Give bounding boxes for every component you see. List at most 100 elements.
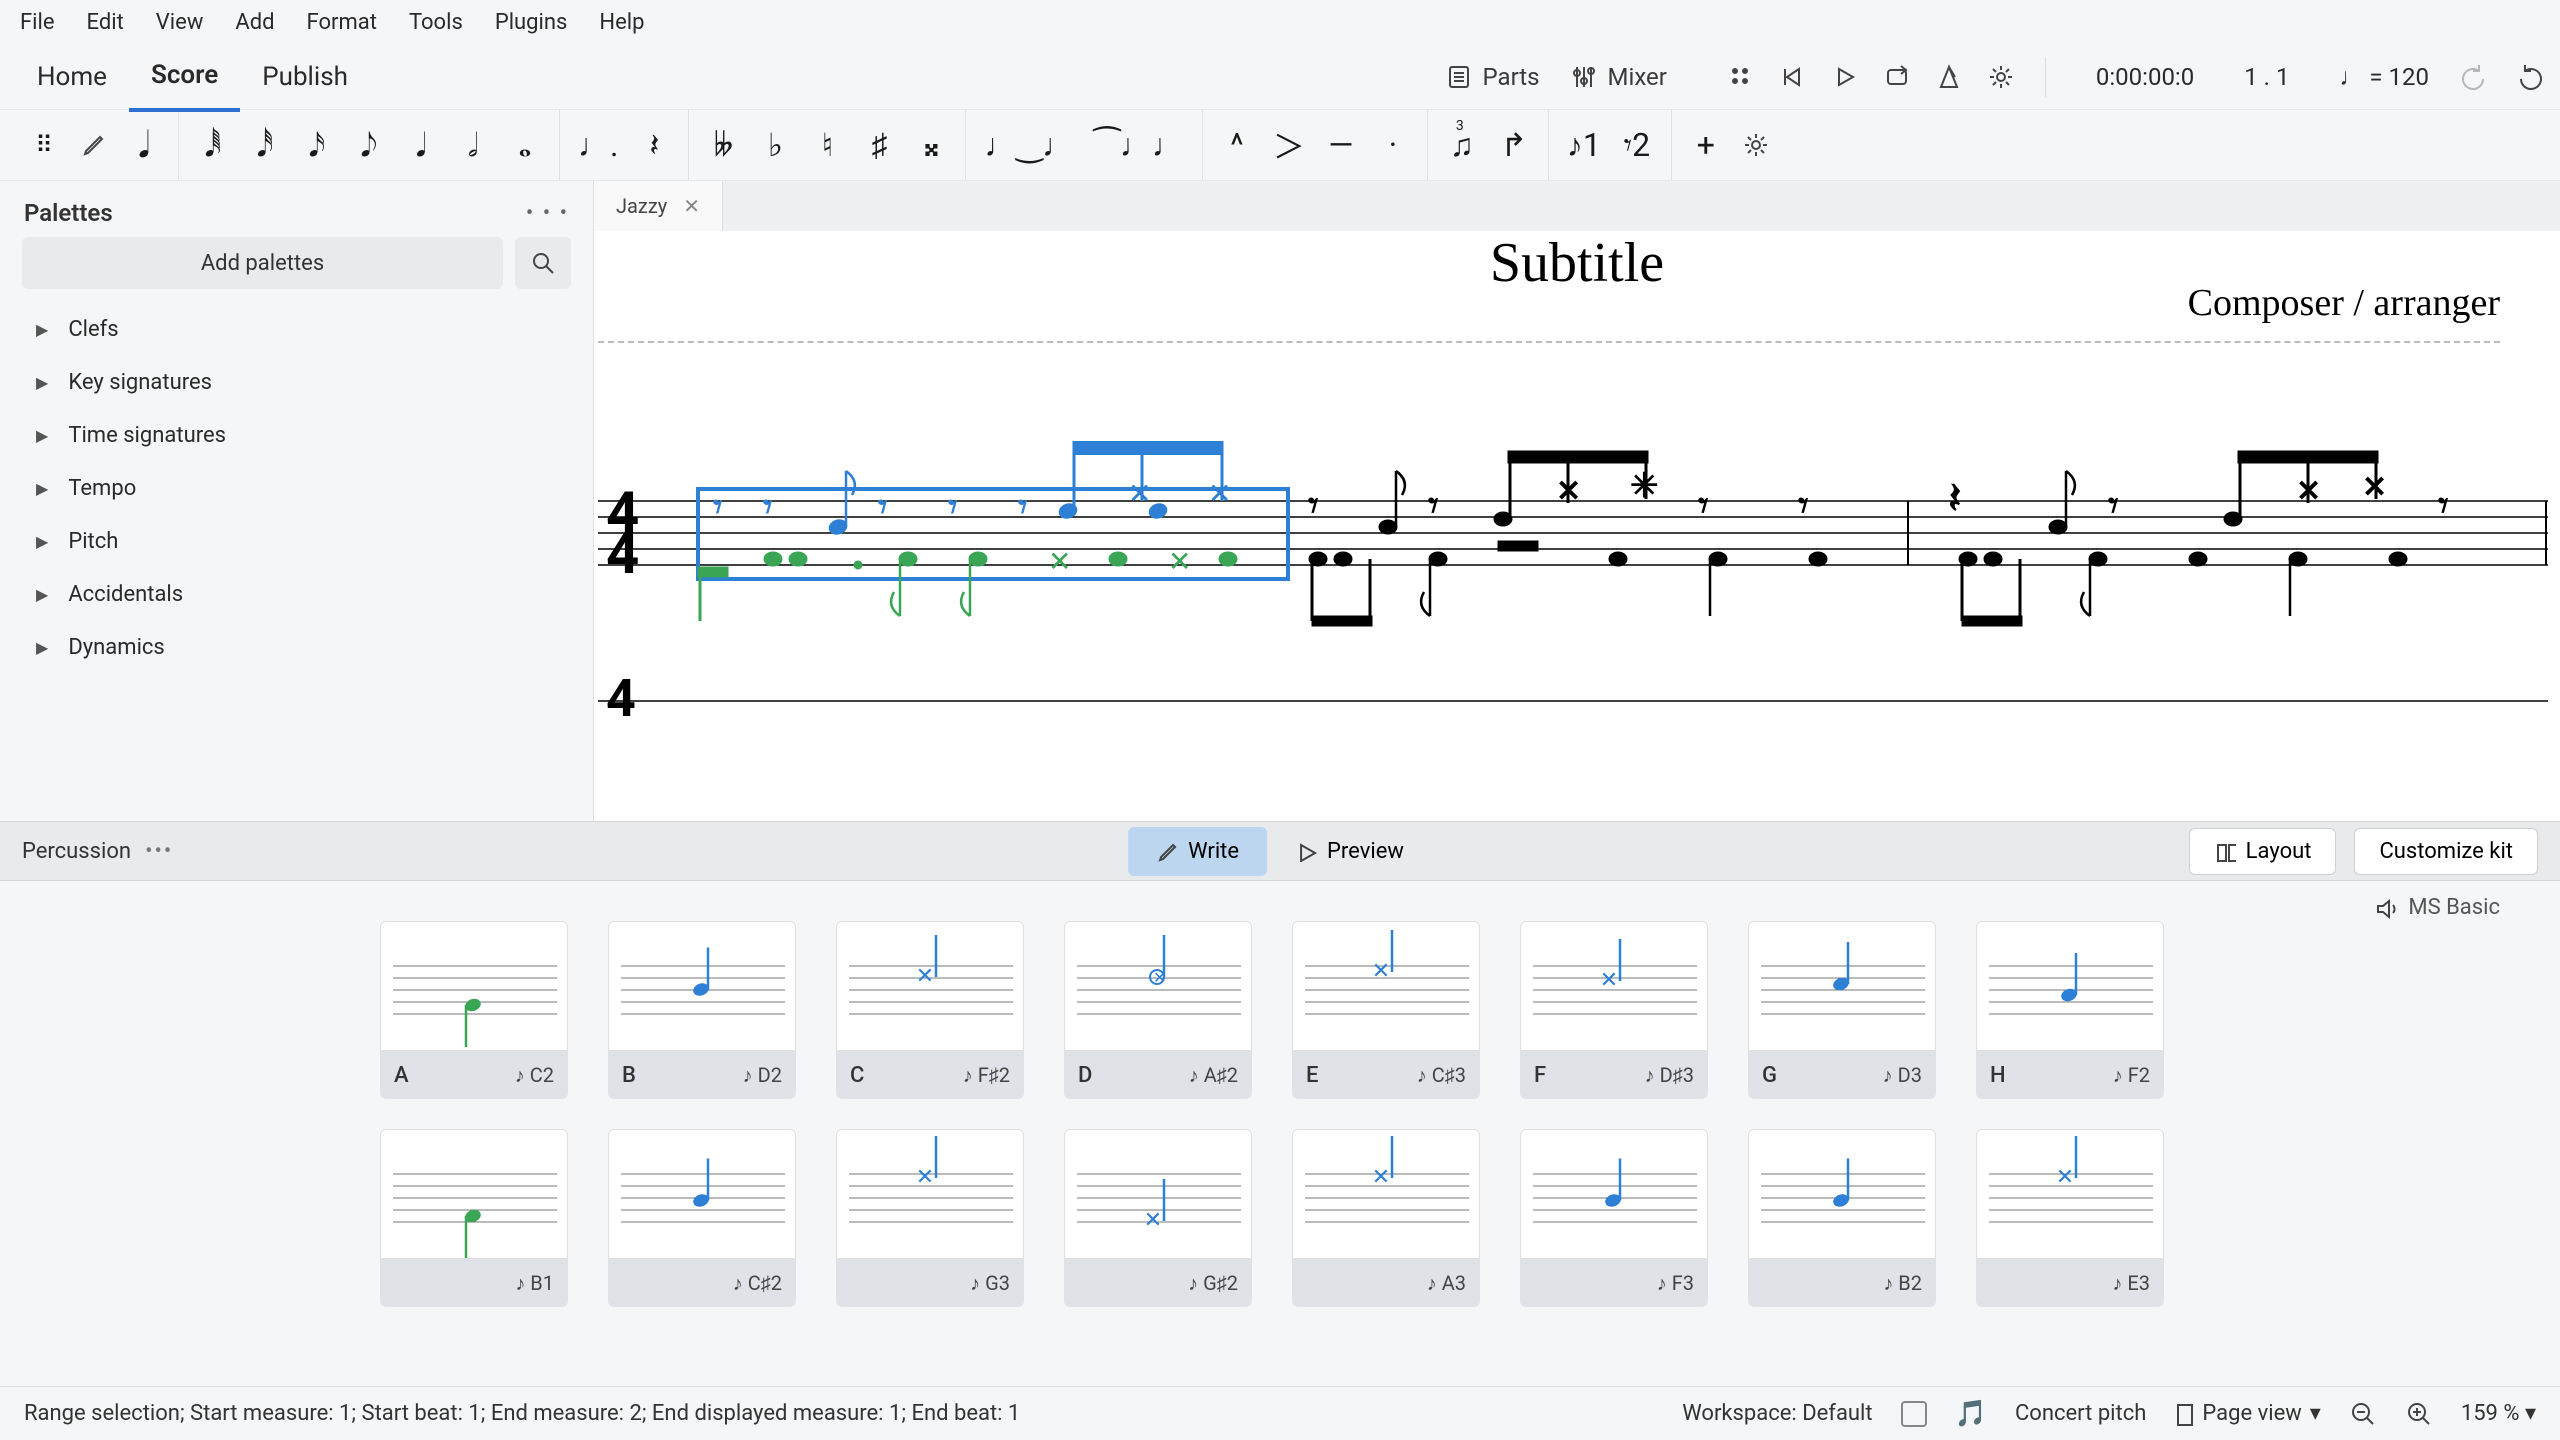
tab-score[interactable]: Score [129, 42, 240, 112]
score-composer[interactable]: Composer / arranger [2188, 281, 2500, 325]
score-canvas[interactable]: Subtitle Composer / arranger 4 4 [594, 231, 2560, 821]
write-button[interactable]: Write [1128, 827, 1267, 876]
slur-button[interactable]: ⁀♩♩ [1094, 126, 1184, 164]
palette-search-button[interactable] [515, 237, 571, 289]
pad-B1[interactable]: ♪ B1 [380, 1129, 568, 1307]
flat[interactable]: ♭ [759, 126, 791, 164]
duration-quarter[interactable]: 𝅘𝅥 [405, 126, 437, 165]
zoom-in-icon[interactable] [2405, 1400, 2433, 1428]
layout-button[interactable]: Layout [2189, 828, 2337, 875]
add-button[interactable]: + [1690, 126, 1722, 164]
pad-A3[interactable]: ✕ ♪ A3 [1292, 1129, 1480, 1307]
zoom-level[interactable]: 159 % ▾ [2461, 1401, 2536, 1426]
loop-icon[interactable] [1883, 63, 1911, 91]
concert-pitch-checkbox[interactable] [1901, 1401, 1927, 1427]
duration-8th[interactable]: 𝅘𝅥𝅮 [353, 126, 385, 165]
staccato[interactable]: · [1377, 126, 1409, 164]
menu-file[interactable]: File [20, 10, 55, 35]
tenuto[interactable]: — [1325, 126, 1357, 164]
score-subtitle[interactable]: Subtitle [1490, 231, 1664, 295]
duration-whole[interactable]: 𝅝 [509, 126, 541, 165]
tuplet-button[interactable]: 3♫ [1446, 126, 1478, 164]
score-tab-jazzy[interactable]: Jazzy ✕ [594, 181, 723, 231]
palette-tempo[interactable]: ▶Tempo [0, 462, 593, 515]
pad-F3[interactable]: ♪ F3 [1520, 1129, 1708, 1307]
parts-button[interactable]: Parts [1445, 63, 1540, 91]
sound-font-label[interactable]: MS Basic [2374, 895, 2500, 920]
marcato[interactable]: ^ [1221, 126, 1253, 164]
voice-2[interactable]: 𝄾2 [1621, 126, 1653, 165]
palette-keysig[interactable]: ▶Key signatures [0, 356, 593, 409]
pad-A2[interactable]: ✕ D♪ A♯2 [1064, 921, 1252, 1099]
page-view-dropdown[interactable]: Page view ▾ [2174, 1401, 2320, 1426]
pad-F2[interactable]: H♪ F2 [1976, 921, 2164, 1099]
sharp[interactable]: ♯ [863, 126, 895, 164]
pad-D2[interactable]: B♪ D2 [608, 921, 796, 1099]
pad-G2[interactable]: ✕ ♪ G♯2 [1064, 1129, 1252, 1307]
pad-C2[interactable]: A♪ C2 [380, 921, 568, 1099]
menu-format[interactable]: Format [307, 10, 377, 35]
play-icon[interactable] [1831, 63, 1859, 91]
close-tab-icon[interactable]: ✕ [683, 194, 700, 218]
svg-text:✕: ✕ [2056, 1165, 2074, 1190]
undo-icon[interactable] [2459, 63, 2487, 91]
toolbar-settings-icon[interactable] [1742, 131, 1770, 159]
palette-dynamics[interactable]: ▶Dynamics [0, 621, 593, 674]
palette-accidentals[interactable]: ▶Accidentals [0, 568, 593, 621]
preview-button[interactable]: Preview [1267, 827, 1432, 876]
customize-kit-button[interactable]: Customize kit [2354, 828, 2538, 875]
natural[interactable]: ♮ [811, 126, 843, 164]
pad-G3[interactable]: ✕ ♪ G3 [836, 1129, 1024, 1307]
grab-handle-icon[interactable]: ⠿ [28, 131, 60, 159]
tab-home[interactable]: Home [15, 44, 129, 110]
grip-icon[interactable] [1727, 63, 1755, 91]
pad-B2[interactable]: ♪ B2 [1748, 1129, 1936, 1307]
double-sharp[interactable]: 𝄪 [915, 126, 947, 165]
menu-add[interactable]: Add [235, 10, 274, 35]
palette-timesig[interactable]: ▶Time signatures [0, 409, 593, 462]
percussion-more-icon[interactable]: ••• [145, 839, 173, 864]
flip-button[interactable]: ↱ [1498, 126, 1530, 164]
score-staff[interactable]: 4 4 𝄾 𝄾 𝄾 [598, 441, 2548, 721]
accent[interactable]: ＞ [1273, 122, 1305, 168]
menu-plugins[interactable]: Plugins [495, 10, 568, 35]
mixer-button[interactable]: Mixer [1570, 63, 1667, 91]
rewind-icon[interactable] [1779, 63, 1807, 91]
pad-D3[interactable]: G♪ D3 [1748, 921, 1936, 1099]
metronome-icon[interactable] [1935, 63, 1963, 91]
menu-tools[interactable]: Tools [409, 10, 463, 35]
dot-button[interactable]: ♩. [578, 126, 618, 164]
redo-icon[interactable] [2517, 63, 2545, 91]
duration-half[interactable]: 𝅗𝅥 [457, 126, 489, 165]
menu-help[interactable]: Help [599, 10, 644, 35]
voice-1[interactable]: ♪1 [1567, 126, 1601, 164]
duration-32nd[interactable]: 𝅘𝅥𝅰 [249, 126, 281, 165]
settings-icon[interactable] [1987, 63, 2015, 91]
palettes-sidebar: Palettes • • • Add palettes ▶Clefs ▶Key … [0, 181, 594, 821]
pad-D3[interactable]: ✕ F♪ D♯3 [1520, 921, 1708, 1099]
pad-E3[interactable]: ✕ ♪ E3 [1976, 1129, 2164, 1307]
workspace-label[interactable]: Workspace: Default [1682, 1401, 1872, 1426]
pad-C2[interactable]: ♪ C♯2 [608, 1129, 796, 1307]
duration-16th[interactable]: 𝅘𝅥𝅯 [301, 126, 333, 165]
svg-text:✕: ✕ [1153, 968, 1166, 987]
concert-pitch-label[interactable]: Concert pitch [2015, 1401, 2146, 1426]
rest-button[interactable]: 𝄽 [638, 126, 670, 165]
palette-clefs[interactable]: ▶Clefs [0, 303, 593, 356]
pad-F2[interactable]: ✕ C♪ F♯2 [836, 921, 1024, 1099]
menu-view[interactable]: View [156, 10, 204, 35]
double-flat[interactable]: 𝄫 [707, 126, 739, 165]
pencil-icon[interactable] [80, 131, 108, 159]
zoom-out-icon[interactable] [2349, 1400, 2377, 1428]
add-palettes-button[interactable]: Add palettes [22, 237, 503, 289]
pad-C3[interactable]: ✕ E♪ C♯3 [1292, 921, 1480, 1099]
menu-edit[interactable]: Edit [87, 10, 124, 35]
svg-text:𝄾: 𝄾 [948, 486, 958, 528]
note-input-icon[interactable]: 𝅘𝅥 [128, 124, 160, 167]
note-toolbar: ⠿ 𝅘𝅥 𝅘𝅥𝅱 𝅘𝅥𝅰 𝅘𝅥𝅯 𝅘𝅥𝅮 𝅘𝅥 𝅗𝅥 𝅝 ♩. 𝄽 𝄫 ♭ ♮ … [0, 109, 2560, 181]
palette-pitch[interactable]: ▶Pitch [0, 515, 593, 568]
sidebar-more-icon[interactable]: • • • [526, 201, 569, 226]
tab-publish[interactable]: Publish [240, 44, 370, 110]
tie-button[interactable]: ♩‿♩ [984, 126, 1074, 164]
duration-64th[interactable]: 𝅘𝅥𝅱 [197, 126, 229, 165]
